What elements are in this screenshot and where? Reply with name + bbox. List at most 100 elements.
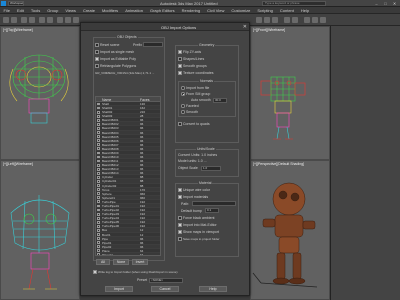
list-item-checkbox[interactable] — [97, 188, 100, 192]
menu-scripting[interactable]: Scripting — [254, 7, 277, 13]
menu-content[interactable]: Content — [276, 7, 297, 13]
list-item-checkbox[interactable] — [97, 204, 100, 208]
select-icon[interactable] — [39, 17, 45, 23]
list-item-checkbox[interactable] — [97, 216, 100, 220]
list-item-checkbox[interactable] — [97, 249, 100, 253]
list-item-checkbox[interactable] — [97, 114, 100, 118]
list-item-checkbox[interactable] — [97, 184, 100, 187]
unlink-icon[interactable] — [29, 17, 35, 23]
preset-select[interactable]: <NONE> — [149, 277, 183, 283]
list-item-checkbox[interactable] — [97, 171, 100, 175]
normals-import-radio[interactable] — [181, 86, 185, 90]
menu-help[interactable]: Help — [297, 7, 312, 13]
undo-icon[interactable] — [3, 17, 9, 23]
list-item[interactable]: Plane01 64 — [96, 252, 160, 255]
list-item-checkbox[interactable] — [97, 167, 100, 171]
list-item-checkbox[interactable] — [97, 143, 100, 147]
rotate-icon[interactable] — [65, 17, 71, 23]
snap-icon[interactable] — [256, 17, 262, 23]
list-item-checkbox[interactable] — [97, 192, 100, 196]
show-maps-viewport-checkbox[interactable] — [178, 230, 182, 234]
shapes-lines-checkbox[interactable] — [178, 57, 182, 61]
help-button[interactable]: Help — [199, 286, 227, 292]
list-item-checkbox[interactable] — [97, 163, 100, 167]
redo-icon[interactable] — [11, 17, 17, 23]
list-item-checkbox[interactable] — [97, 180, 100, 183]
normals-faceted-radio[interactable] — [181, 104, 185, 108]
list-item-checkbox[interactable] — [97, 237, 100, 240]
path-input[interactable] — [192, 201, 236, 206]
object-scale-input[interactable]: 1.0 — [201, 165, 221, 171]
angle-snap-icon[interactable] — [264, 17, 270, 23]
viewport-top[interactable]: [+][Top][Wireframe] — [0, 26, 80, 160]
minimize-button[interactable]: – — [372, 0, 381, 7]
move-icon[interactable] — [57, 17, 63, 23]
list-item-checkbox[interactable] — [97, 245, 100, 249]
import-materials-checkbox[interactable] — [178, 195, 182, 199]
app-logo-icon[interactable] — [1, 1, 6, 6]
prefix-input[interactable] — [143, 42, 163, 47]
menu-modifiers[interactable]: Modifiers — [98, 7, 121, 13]
import-into-mat-editor-checkbox[interactable] — [178, 223, 182, 227]
menu-graph-editors[interactable]: Graph Editors — [146, 7, 178, 13]
list-item-checkbox[interactable] — [97, 208, 100, 212]
list-item-checkbox[interactable] — [97, 176, 100, 179]
normals-smooth-radio[interactable] — [181, 110, 185, 114]
scale-icon[interactable] — [73, 17, 79, 23]
material-editor-icon[interactable] — [304, 17, 310, 23]
invert-selection-button[interactable]: Invert — [132, 259, 148, 265]
flip-zy-checkbox[interactable] — [178, 50, 182, 54]
write-log-checkbox[interactable] — [93, 270, 97, 274]
menu-group[interactable]: Group — [44, 7, 62, 13]
force-black-ambient-checkbox[interactable] — [178, 216, 182, 220]
percent-snap-icon[interactable] — [272, 17, 278, 23]
menu-animation[interactable]: Animation — [122, 7, 147, 13]
list-item-checkbox[interactable] — [97, 118, 100, 122]
list-item-checkbox[interactable] — [97, 102, 100, 106]
texture-coords-checkbox[interactable] — [178, 71, 182, 75]
list-item-checkbox[interactable] — [97, 151, 100, 155]
cancel-button[interactable]: Cancel — [151, 286, 179, 292]
close-window-button[interactable]: ✕ — [390, 0, 399, 7]
close-icon[interactable]: ✕ — [243, 24, 247, 30]
viewport-perspective[interactable]: [+][Perspective][Default Shading] — [250, 160, 330, 300]
list-item-checkbox[interactable] — [97, 159, 100, 163]
list-item-checkbox[interactable] — [97, 155, 100, 159]
menu-edit[interactable]: Edit — [13, 7, 27, 13]
list-item-checkbox[interactable] — [97, 241, 100, 245]
normals-sm-group-radio[interactable] — [181, 92, 185, 96]
menu-create[interactable]: Create — [79, 7, 98, 13]
list-item-checkbox[interactable] — [97, 127, 100, 130]
object-list[interactable]: Name Faces Shaft 130 Shaft01 162 Shaft02 216 S… — [95, 96, 161, 256]
select-none-button[interactable]: None — [113, 259, 129, 265]
list-item-checkbox[interactable] — [97, 253, 100, 255]
viewport-front[interactable]: [+][Front][Wireframe] — [250, 26, 330, 160]
workspace-selector[interactable]: Workspace: Default — [8, 1, 24, 6]
link-icon[interactable] — [21, 17, 27, 23]
mirror-icon[interactable] — [284, 17, 290, 23]
menu-tools[interactable]: Tools — [27, 7, 43, 13]
import-button[interactable]: Import — [105, 286, 133, 292]
menu-file[interactable]: File — [0, 7, 13, 13]
list-item-checkbox[interactable] — [97, 135, 100, 139]
menu-civil-view[interactable]: Civil View — [204, 7, 228, 13]
list-item-checkbox[interactable] — [97, 110, 100, 114]
import-editable-poly-checkbox[interactable] — [95, 57, 99, 61]
render-icon[interactable] — [320, 17, 326, 23]
list-item-checkbox[interactable] — [97, 139, 100, 143]
autosmooth-angle-input[interactable]: 30.0 — [213, 97, 227, 103]
menu-rendering[interactable]: Rendering — [178, 7, 203, 13]
menu-views[interactable]: Views — [62, 7, 80, 13]
retriangulate-checkbox[interactable] — [95, 64, 99, 68]
list-item-checkbox[interactable] — [97, 122, 100, 126]
list-item-checkbox[interactable] — [97, 233, 100, 236]
dialog-title-bar[interactable]: OBJ Import Options ✕ — [81, 23, 249, 31]
reset-scene-checkbox[interactable] — [95, 43, 99, 47]
list-item-checkbox[interactable] — [97, 106, 100, 110]
select-by-name-icon[interactable] — [47, 17, 53, 23]
unique-wire-color-checkbox[interactable] — [178, 188, 182, 192]
viewport-left[interactable]: [+][Left][Wireframe] — [0, 160, 80, 300]
search-input[interactable]: Type a keyword or phrase — [262, 1, 326, 6]
list-item-checkbox[interactable] — [97, 212, 100, 216]
default-bump-input[interactable]: 0.1 — [205, 208, 219, 213]
